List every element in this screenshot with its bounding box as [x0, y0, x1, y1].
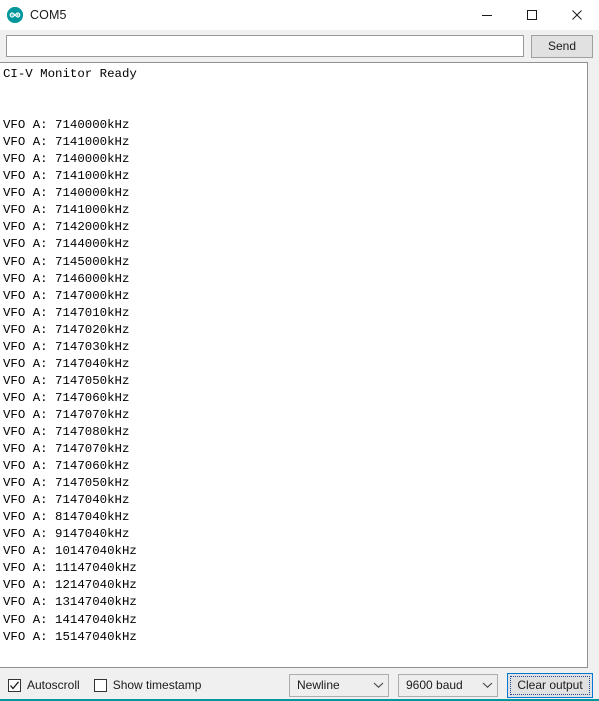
- send-input[interactable]: [6, 35, 524, 57]
- show-timestamp-checkbox[interactable]: Show timestamp: [93, 678, 202, 692]
- status-bar: Autoscroll Show timestamp Newline 9600 b…: [0, 668, 599, 701]
- arduino-logo-icon: [7, 7, 23, 23]
- serial-output-line: VFO A: 7147000kHz: [3, 288, 130, 303]
- serial-output-line: VFO A: 7147040kHz: [3, 356, 130, 371]
- window-title: COM5: [30, 8, 67, 22]
- serial-output-line: VFO A: 7147060kHz: [3, 459, 130, 474]
- close-icon: [571, 10, 582, 20]
- serial-monitor-window: COM5 Send CI-V Monitor Ready VFO A: 7140…: [0, 0, 599, 701]
- serial-output-line: VFO A: 7146000kHz: [3, 271, 130, 286]
- serial-output-line: VFO A: 9147040kHz: [3, 527, 130, 542]
- clear-output-button[interactable]: Clear output: [507, 672, 593, 698]
- serial-output-line: VFO A: 7147050kHz: [3, 476, 130, 491]
- show-timestamp-checkbox-box: [93, 678, 107, 692]
- checkmark-icon: [10, 680, 20, 690]
- serial-output-text: CI-V Monitor Ready VFO A: 7140000kHz VFO …: [3, 66, 587, 646]
- minimize-icon: [481, 15, 492, 16]
- baud-rate-select[interactable]: 9600 baud: [398, 673, 498, 697]
- serial-output-line: [3, 83, 587, 100]
- serial-output-line: VFO A: 7142000kHz: [3, 220, 130, 235]
- autoscroll-label: Autoscroll: [27, 678, 80, 692]
- serial-output-line: VFO A: 7147020kHz: [3, 322, 130, 337]
- serial-output-line: VFO A: 7147030kHz: [3, 339, 130, 354]
- close-button[interactable]: [554, 0, 599, 30]
- chevron-down-icon: [478, 681, 493, 689]
- serial-output-line: VFO A: 7145000kHz: [3, 254, 130, 269]
- maximize-icon: [526, 10, 537, 20]
- serial-output-line: VFO A: 7140000kHz: [3, 118, 130, 133]
- chevron-down-icon: [369, 681, 384, 689]
- serial-output-panel[interactable]: CI-V Monitor Ready VFO A: 7140000kHz VFO …: [0, 62, 588, 668]
- serial-output-line: VFO A: 11147040kHz: [3, 561, 137, 576]
- clear-output-label: Clear output: [517, 678, 583, 692]
- serial-output-line: VFO A: 7141000kHz: [3, 135, 130, 150]
- serial-output-line: VFO A: 7147040kHz: [3, 493, 130, 508]
- serial-output-line: [3, 100, 587, 117]
- show-timestamp-label: Show timestamp: [112, 678, 202, 692]
- minimize-button[interactable]: [464, 0, 509, 30]
- serial-output-line: VFO A: 15147040kHz: [3, 629, 137, 644]
- serial-output-line: VFO A: 14147040kHz: [3, 612, 137, 627]
- serial-output-line: VFO A: 10147040kHz: [3, 544, 137, 559]
- serial-output-line: VFO A: 7140000kHz: [3, 152, 130, 167]
- serial-output-line: VFO A: 12147040kHz: [3, 578, 137, 593]
- console-area: CI-V Monitor Ready VFO A: 7140000kHz VFO …: [0, 62, 599, 668]
- serial-output-line: VFO A: 8147040kHz: [3, 510, 130, 525]
- serial-output-line: VFO A: 7140000kHz: [3, 186, 130, 201]
- serial-output-line: CI-V Monitor Ready: [3, 67, 137, 81]
- serial-output-line: VFO A: 7147010kHz: [3, 305, 130, 320]
- send-button[interactable]: Send: [531, 34, 593, 58]
- window-controls: [464, 0, 599, 30]
- serial-output-line: VFO A: 7144000kHz: [3, 237, 130, 252]
- line-ending-value: Newline: [297, 678, 340, 692]
- status-bar-left: Autoscroll Show timestamp: [8, 678, 201, 692]
- status-bar-right: Newline 9600 baud Clear output: [289, 672, 593, 698]
- serial-output-line: VFO A: 7147050kHz: [3, 373, 130, 388]
- title-bar: COM5: [0, 0, 599, 30]
- maximize-button[interactable]: [509, 0, 554, 30]
- serial-output-line: VFO A: 7141000kHz: [3, 169, 130, 184]
- serial-output-line: VFO A: 13147040kHz: [3, 595, 137, 610]
- autoscroll-checkbox[interactable]: Autoscroll: [8, 678, 80, 692]
- autoscroll-checkbox-box: [8, 678, 21, 692]
- serial-output-line: VFO A: 7147070kHz: [3, 442, 130, 457]
- title-bar-left: COM5: [0, 7, 67, 23]
- send-row: Send: [0, 30, 599, 62]
- serial-output-line: VFO A: 7147070kHz: [3, 407, 130, 422]
- serial-output-line: VFO A: 7147080kHz: [3, 424, 130, 439]
- baud-rate-value: 9600 baud: [406, 678, 463, 692]
- line-ending-select[interactable]: Newline: [289, 673, 389, 697]
- serial-output-line: VFO A: 7141000kHz: [3, 203, 130, 218]
- serial-output-line: VFO A: 7147060kHz: [3, 390, 130, 405]
